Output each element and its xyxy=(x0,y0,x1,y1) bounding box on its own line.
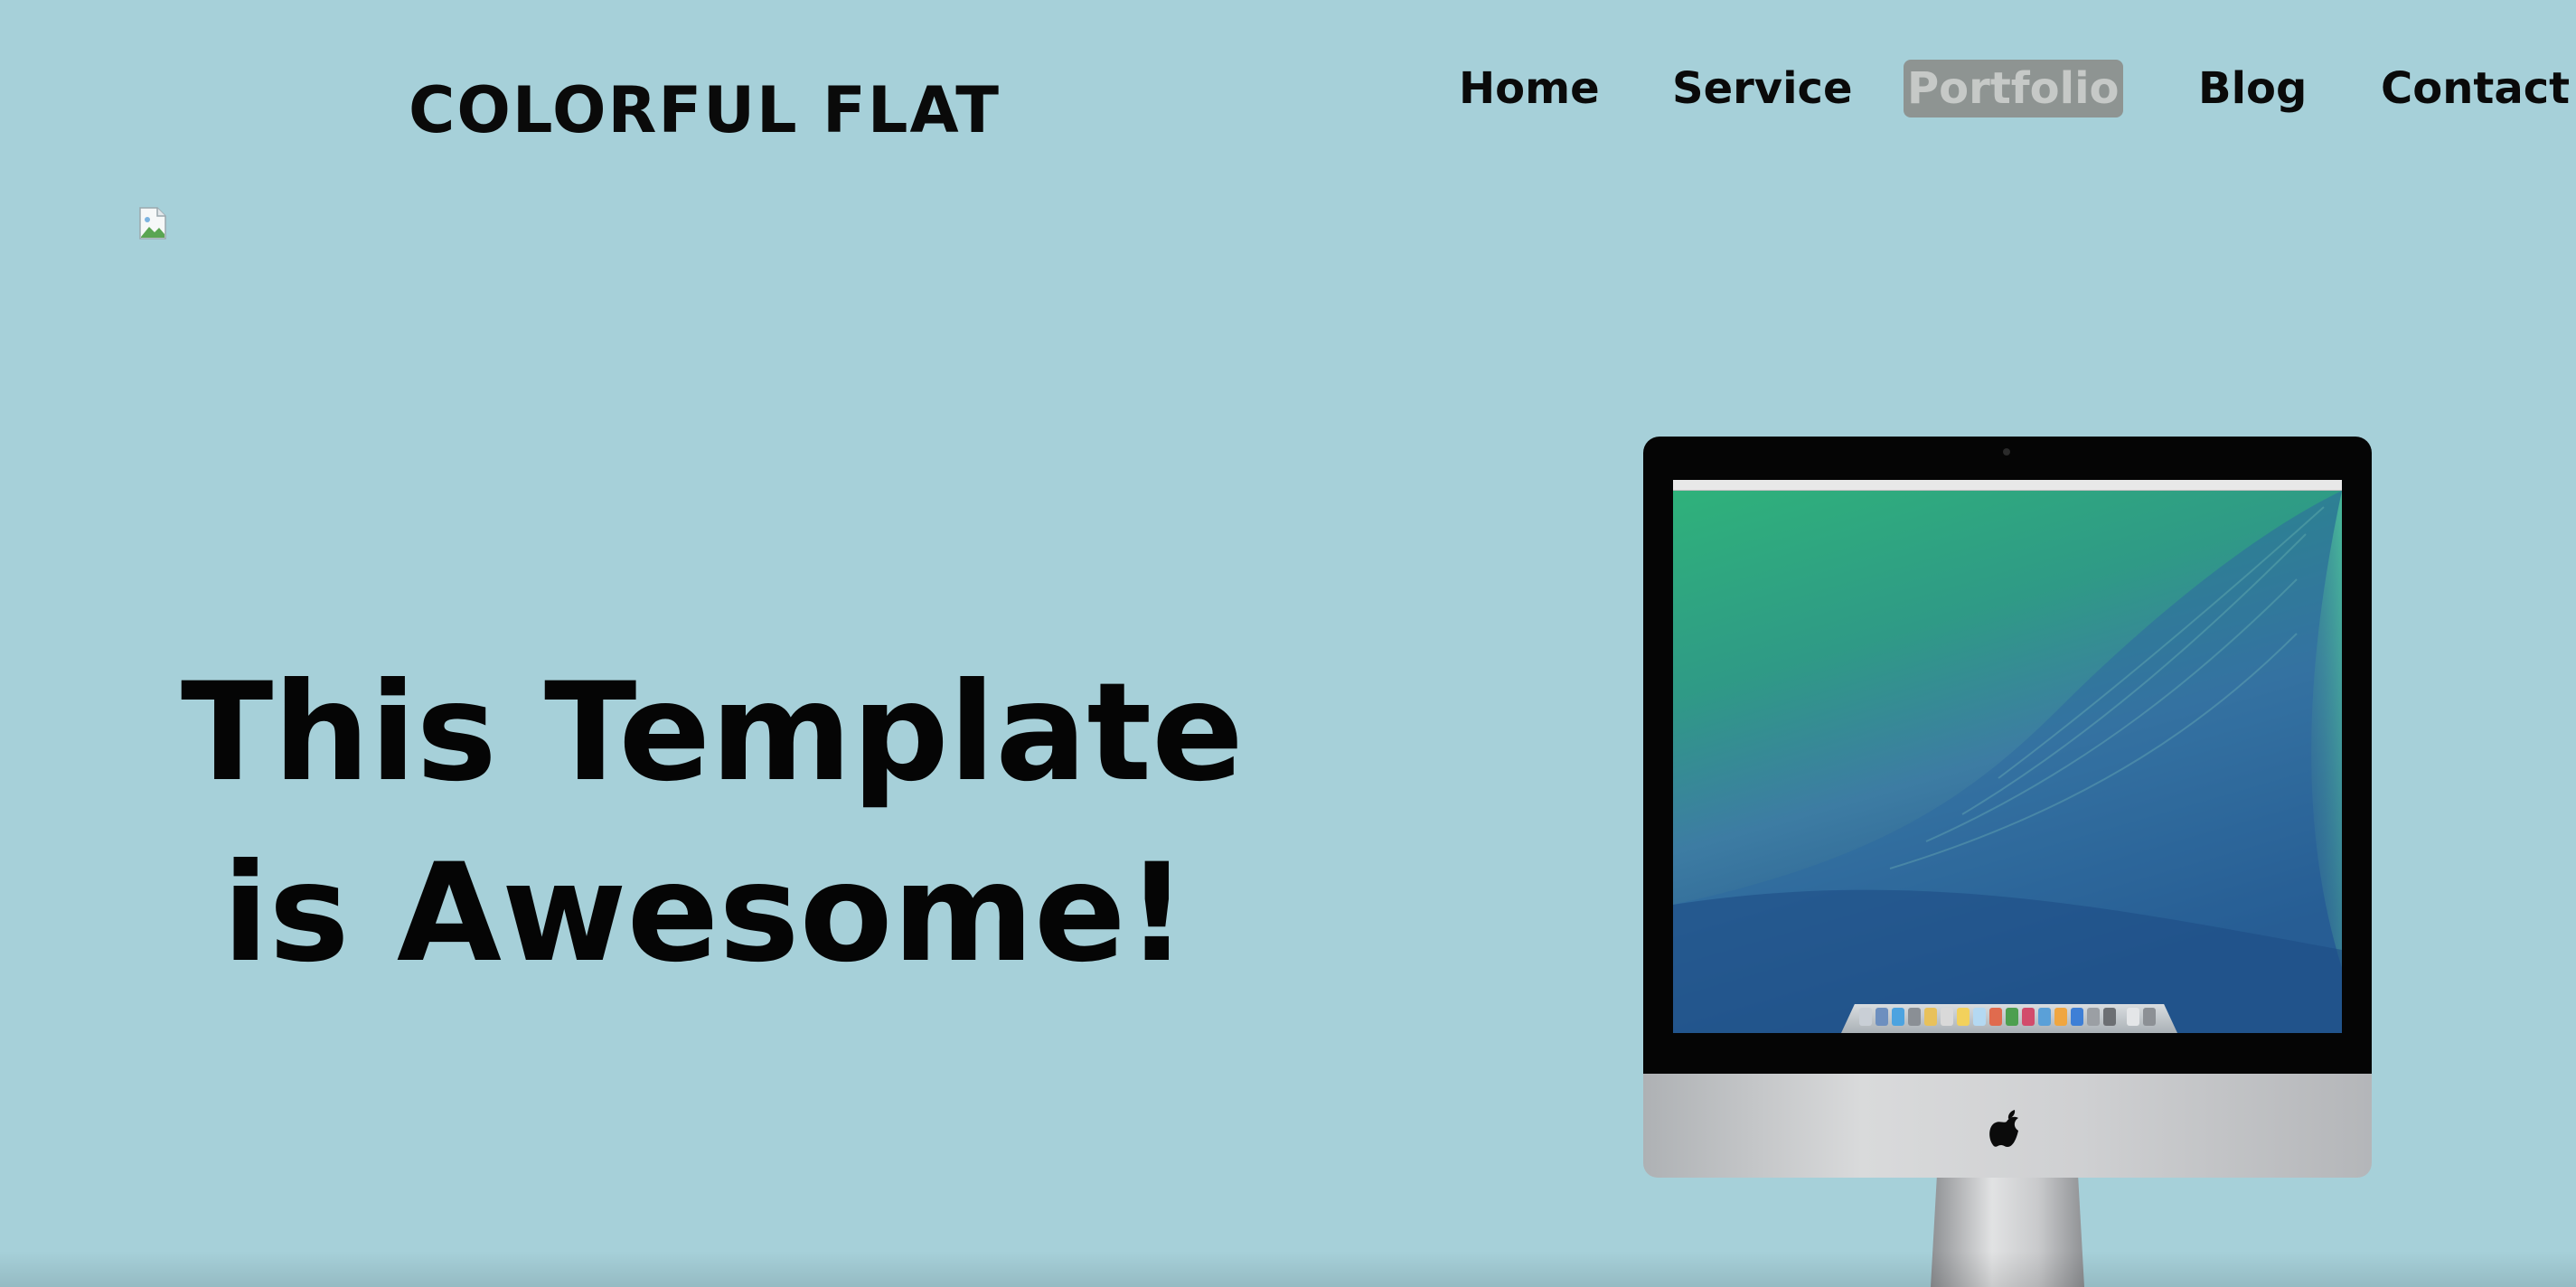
section-bottom-shadow xyxy=(0,1251,2576,1287)
nav-item-home[interactable]: Home xyxy=(1455,60,1603,117)
nav-item-service[interactable]: Service xyxy=(1669,60,1857,117)
imac-bezel xyxy=(1643,437,2372,1074)
hero-title: This Template is Awesome! xyxy=(181,643,1244,1004)
hero-title-line-1: This Template xyxy=(181,653,1244,812)
landing-page: COLORFUL FLAT Home Service Portfolio Blo… xyxy=(0,0,2576,1287)
nav-item-blog[interactable]: Blog xyxy=(2195,60,2310,117)
broken-image-icon xyxy=(139,207,166,240)
menu-bar xyxy=(1673,480,2342,491)
nav-item-contact[interactable]: Contact xyxy=(2377,60,2573,117)
dock xyxy=(1841,1004,2177,1033)
camera-icon xyxy=(2003,448,2010,456)
imac-screen xyxy=(1673,480,2342,1033)
main-nav: Home Service Portfolio Blog Contact xyxy=(0,60,2576,125)
nav-item-portfolio[interactable]: Portfolio xyxy=(1904,60,2123,117)
apple-logo-icon xyxy=(1989,1110,2018,1147)
wave-wallpaper xyxy=(1673,480,2342,1033)
hero-title-line-2: is Awesome! xyxy=(221,834,1189,992)
imac-icon xyxy=(1643,437,2372,1287)
